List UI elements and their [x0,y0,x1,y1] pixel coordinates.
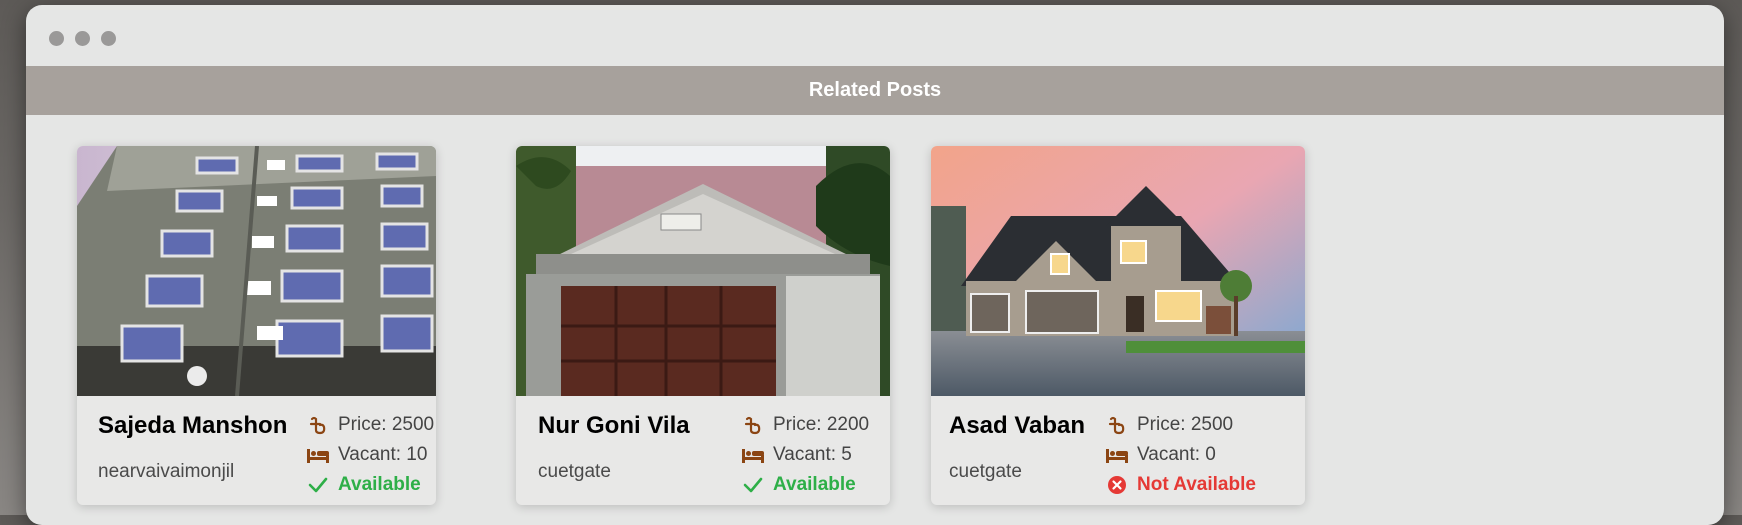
post-card[interactable]: Asad Vaban cuetgate Price: 2500 Vacant: … [931,146,1305,505]
bed-icon [1105,443,1129,467]
post-name[interactable]: Nur Goni Vila [538,412,690,440]
taka-icon [306,413,330,437]
price-text: Price: 2500 [338,414,435,435]
section-title: Related Posts [808,79,942,101]
vacant-text: Vacant: 10 [338,444,428,465]
status-row: Available [741,470,869,500]
bed-icon [741,443,765,467]
bed-icon [306,443,330,467]
price-row: Price: 2500 [306,410,434,440]
building-photo[interactable] [77,146,436,396]
post-location: nearvaivaimonjil [98,461,235,482]
check-icon [306,473,330,497]
x-circle-icon [1105,473,1129,497]
vacant-row: Vacant: 0 [1105,440,1256,470]
window-control-dot[interactable] [75,31,90,46]
related-posts-header: Related Posts [26,66,1724,115]
post-name[interactable]: Asad Vaban [949,412,1085,440]
window-control-dot[interactable] [49,31,64,46]
post-location: cuetgate [949,461,1022,482]
price-text: Price: 2200 [773,414,870,435]
taka-icon [1105,413,1129,437]
status-row: Not Available [1105,470,1256,500]
browser-window: Related Posts Sajeda Manshon nearvaivaim… [26,5,1724,525]
price-row: Price: 2500 [1105,410,1256,440]
status-badge: Not Available [1137,474,1256,495]
related-posts-list: Sajeda Manshon nearvaivaimonjil Price: 2… [26,146,1724,525]
building-photo[interactable] [516,146,890,396]
post-location: cuetgate [538,461,611,482]
price-row: Price: 2200 [741,410,869,440]
status-badge: Available [338,474,421,495]
post-details: Price: 2200 Vacant: 5 Available [741,410,869,500]
window-control-dot[interactable] [101,31,116,46]
post-card[interactable]: Nur Goni Vila cuetgate Price: 2200 Vacan… [516,146,890,505]
title-bar [26,5,1724,66]
status-row: Available [306,470,434,500]
vacant-row: Vacant: 10 [306,440,434,470]
vacant-text: Vacant: 5 [773,444,852,465]
building-photo[interactable] [931,146,1305,396]
status-badge: Available [773,474,856,495]
taka-icon [741,413,765,437]
vacant-text: Vacant: 0 [1137,444,1216,465]
price-text: Price: 2500 [1137,414,1234,435]
post-card[interactable]: Sajeda Manshon nearvaivaimonjil Price: 2… [77,146,436,505]
post-name[interactable]: Sajeda Manshon [98,412,287,440]
post-details: Price: 2500 Vacant: 10 Available [306,410,434,500]
check-icon [741,473,765,497]
post-details: Price: 2500 Vacant: 0 Not Available [1105,410,1256,500]
vacant-row: Vacant: 5 [741,440,869,470]
